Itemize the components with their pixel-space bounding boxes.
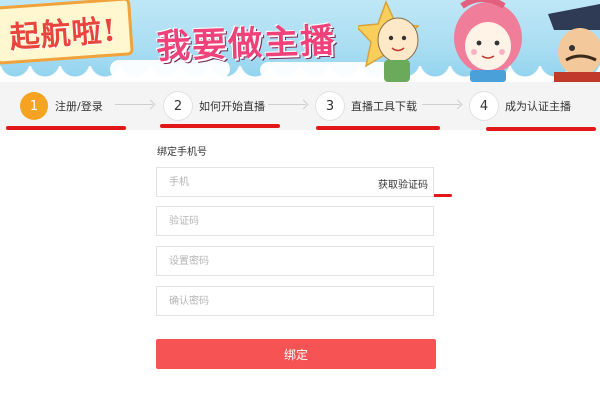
confirm-password-field <box>156 286 434 316</box>
pirate-mascot-icon <box>548 4 600 82</box>
step-number: 1 <box>20 92 48 120</box>
step-become-certified[interactable]: 4 成为认证主播 <box>470 92 571 120</box>
annotation-underline <box>160 124 280 128</box>
step-label: 注册/登录 <box>55 100 103 113</box>
step-label: 如何开始直播 <box>199 100 265 113</box>
banner-flag: 起航啦! <box>0 0 134 65</box>
girl-mascot-icon <box>454 0 522 82</box>
banner-slogan: 我要做主播 <box>155 20 337 68</box>
banner-flag-text: 起航啦! <box>8 13 118 56</box>
step-how-to-stream[interactable]: 2 如何开始直播 <box>164 92 265 120</box>
step-download-tools[interactable]: 3 直播工具下载 <box>316 92 417 120</box>
annotation-underline <box>486 127 596 131</box>
step-number: 3 <box>316 92 344 120</box>
verification-code-field <box>156 206 434 236</box>
progress-steps: 1 注册/登录 2 如何开始直播 3 直播工具下载 4 成为认证主播 <box>0 82 600 130</box>
confirm-password-input[interactable] <box>157 287 433 315</box>
step-register-login[interactable]: 1 注册/登录 <box>20 92 103 120</box>
header-banner: 起航啦! 我要做主播 <box>0 0 600 82</box>
password-field <box>156 246 434 276</box>
get-verification-code-button[interactable]: 获取验证码 <box>378 176 428 191</box>
step-arrow-icon <box>115 104 153 105</box>
bind-button[interactable]: 绑定 <box>156 339 436 369</box>
password-input[interactable] <box>157 247 433 275</box>
annotation-underline <box>316 126 440 130</box>
step-arrow-icon <box>268 104 306 105</box>
verification-code-input[interactable] <box>157 207 433 235</box>
phone-field: 获取验证码 <box>156 167 434 197</box>
step-number: 2 <box>164 92 192 120</box>
step-arrow-icon <box>422 104 460 105</box>
step-label: 成为认证主播 <box>505 100 571 113</box>
star-mascot-icon <box>358 0 420 82</box>
form-title: 绑定手机号 <box>157 147 207 158</box>
step-label: 直播工具下载 <box>351 100 417 113</box>
mascot-illustration <box>358 0 600 82</box>
step-number: 4 <box>470 92 498 120</box>
annotation-underline <box>6 126 126 130</box>
